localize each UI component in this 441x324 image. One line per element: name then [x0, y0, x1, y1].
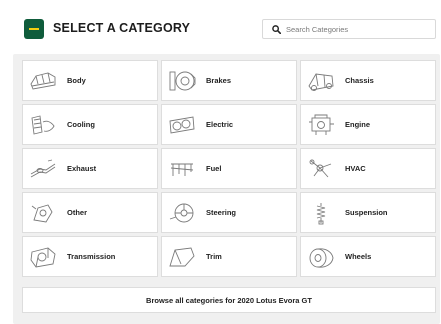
steering-icon — [166, 198, 198, 227]
search-icon — [268, 21, 284, 37]
hvac-icon — [305, 154, 337, 183]
category-label: Transmission — [67, 252, 116, 261]
category-card-other[interactable]: Other — [22, 192, 158, 233]
engine-icon — [305, 110, 337, 139]
category-label: Trim — [206, 252, 222, 261]
search-input[interactable] — [284, 21, 426, 37]
category-label: Steering — [206, 208, 237, 217]
category-label: Chassis — [345, 76, 374, 85]
category-card-hvac[interactable]: HVAC — [300, 148, 436, 189]
radiator-icon — [27, 110, 59, 139]
category-label: Fuel — [206, 164, 222, 173]
menu-icon — [29, 28, 39, 30]
category-label: Other — [67, 208, 88, 217]
browse-all-button[interactable]: Browse all categories for 2020 Lotus Evo… — [22, 287, 436, 313]
category-card-brakes[interactable]: Brakes — [161, 60, 297, 101]
other-part-icon — [27, 198, 59, 227]
trim-icon — [166, 242, 198, 271]
category-label: Electric — [206, 120, 234, 129]
wheel-icon — [305, 242, 337, 271]
category-label: Suspension — [345, 208, 388, 217]
page-title: SELECT A CATEGORY — [53, 21, 191, 35]
brake-disc-icon — [166, 66, 198, 95]
category-label: HVAC — [345, 164, 366, 173]
menu-button[interactable] — [24, 19, 44, 39]
category-card-chassis[interactable]: Chassis — [300, 60, 436, 101]
category-label: Cooling — [67, 120, 95, 129]
category-grid: Body Brakes Chassis Cooling Electric Eng… — [22, 60, 436, 277]
category-card-transmission[interactable]: Transmission — [22, 236, 158, 277]
category-label: Exhaust — [67, 164, 97, 173]
category-label: Brakes — [206, 76, 232, 85]
category-card-exhaust[interactable]: Exhaust — [22, 148, 158, 189]
category-label: Body — [67, 76, 86, 85]
category-card-cooling[interactable]: Cooling — [22, 104, 158, 145]
exhaust-pipe-icon — [27, 154, 59, 183]
headlight-icon — [166, 110, 198, 139]
category-card-wheels[interactable]: Wheels — [300, 236, 436, 277]
category-card-engine[interactable]: Engine — [300, 104, 436, 145]
fuel-pump-icon — [166, 154, 198, 183]
category-card-trim[interactable]: Trim — [161, 236, 297, 277]
header: SELECT A CATEGORY — [0, 0, 441, 54]
category-card-suspension[interactable]: Suspension — [300, 192, 436, 233]
category-selector: SELECT A CATEGORY Body — [0, 0, 441, 324]
category-card-body[interactable]: Body — [22, 60, 158, 101]
transmission-icon — [27, 242, 59, 271]
category-panel: Body Brakes Chassis Cooling Electric Eng… — [13, 54, 440, 324]
category-card-steering[interactable]: Steering — [161, 192, 297, 233]
car-body-icon — [27, 66, 59, 95]
category-card-fuel[interactable]: Fuel — [161, 148, 297, 189]
category-card-electric[interactable]: Electric — [161, 104, 297, 145]
category-label: Engine — [345, 120, 371, 129]
search-box[interactable] — [262, 19, 436, 39]
category-label: Wheels — [345, 252, 372, 261]
suspension-spring-icon — [305, 198, 337, 227]
chassis-icon — [305, 66, 337, 95]
